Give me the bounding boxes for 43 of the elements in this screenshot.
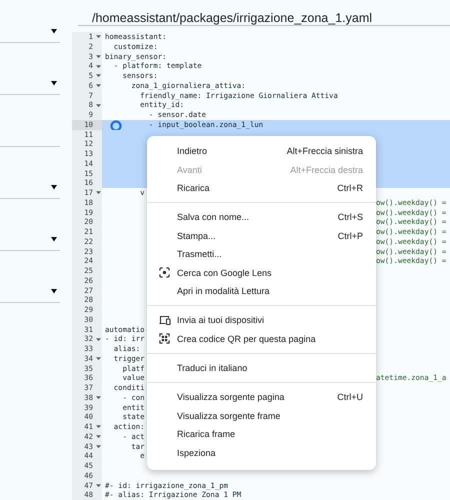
fold-arrow-icon[interactable] [96,356,100,362]
menu-item[interactable]: Apri in modalità Lettura [147,282,376,300]
fold-arrow-icon[interactable] [96,190,100,196]
menu-item[interactable]: Traduci in italiano [147,358,376,378]
menu-item[interactable]: Visualizza sorgente frame [147,406,376,426]
lens-icon [159,267,170,278]
menu-item[interactable]: Salva con nome... Ctrl+S [147,208,376,227]
dropdown-arrow-icon[interactable] [51,236,57,242]
dropdown-arrow-icon[interactable] [51,184,57,190]
menu-item[interactable]: Ricarica frame [147,425,376,444]
shortcut-text: Ctrl+R [337,182,363,193]
shortcut-text: Alt+Freccia destra [290,164,363,175]
menu-item[interactable]: Cerca con Google Lens [147,263,376,282]
shortcut-text: Alt+Freccia sinistra [286,146,363,156]
fold-arrow-icon[interactable] [96,34,100,40]
shortcut-text: Ctrl+S [338,212,363,222]
devices-icon [159,315,171,326]
fold-arrow-icon[interactable] [96,102,100,108]
menu-item[interactable]: Ricarica Ctrl+R [147,178,376,198]
menu-item[interactable]: Stampa... Ctrl+P [147,226,376,245]
fold-arrow-icon[interactable] [96,64,100,69]
dropdown-arrow-icon[interactable] [51,80,57,86]
fold-arrow-icon[interactable] [96,444,100,449]
fold-arrow-icon[interactable] [96,434,100,440]
fold-arrow-icon[interactable] [96,83,100,88]
menu-item[interactable]: Invia ai tuoi dispositivi [147,311,376,330]
fold-arrow-icon[interactable] [96,424,100,430]
menu-item[interactable]: Indietro Alt+Freccia sinistra [147,142,376,160]
menu-item[interactable]: Trasmetti... [147,244,376,264]
fold-arrow-icon[interactable] [96,395,100,400]
dropdown-arrow-icon[interactable] [51,288,57,294]
menu-item[interactable]: Crea codice QR per questa pagina [147,330,376,348]
shortcut-text: Ctrl+U [337,392,363,402]
fold-arrow-icon[interactable] [96,482,100,488]
shortcut-text: Ctrl+P [338,230,363,241]
fold-arrow-icon[interactable] [96,336,100,342]
qr-code-icon [159,333,170,344]
fold-arrow-icon[interactable] [96,73,100,78]
fold-arrow-icon[interactable] [96,54,100,59]
file-path: /homeassistant/packages/irrigazione_zona_1.yaml [78,0,450,26]
menu-item[interactable]: Visualizza sorgente pagina Ctrl+U [147,388,376,407]
dropdown-arrow-icon[interactable] [51,28,57,34]
menu-item[interactable]: Ispeziona [147,443,376,462]
